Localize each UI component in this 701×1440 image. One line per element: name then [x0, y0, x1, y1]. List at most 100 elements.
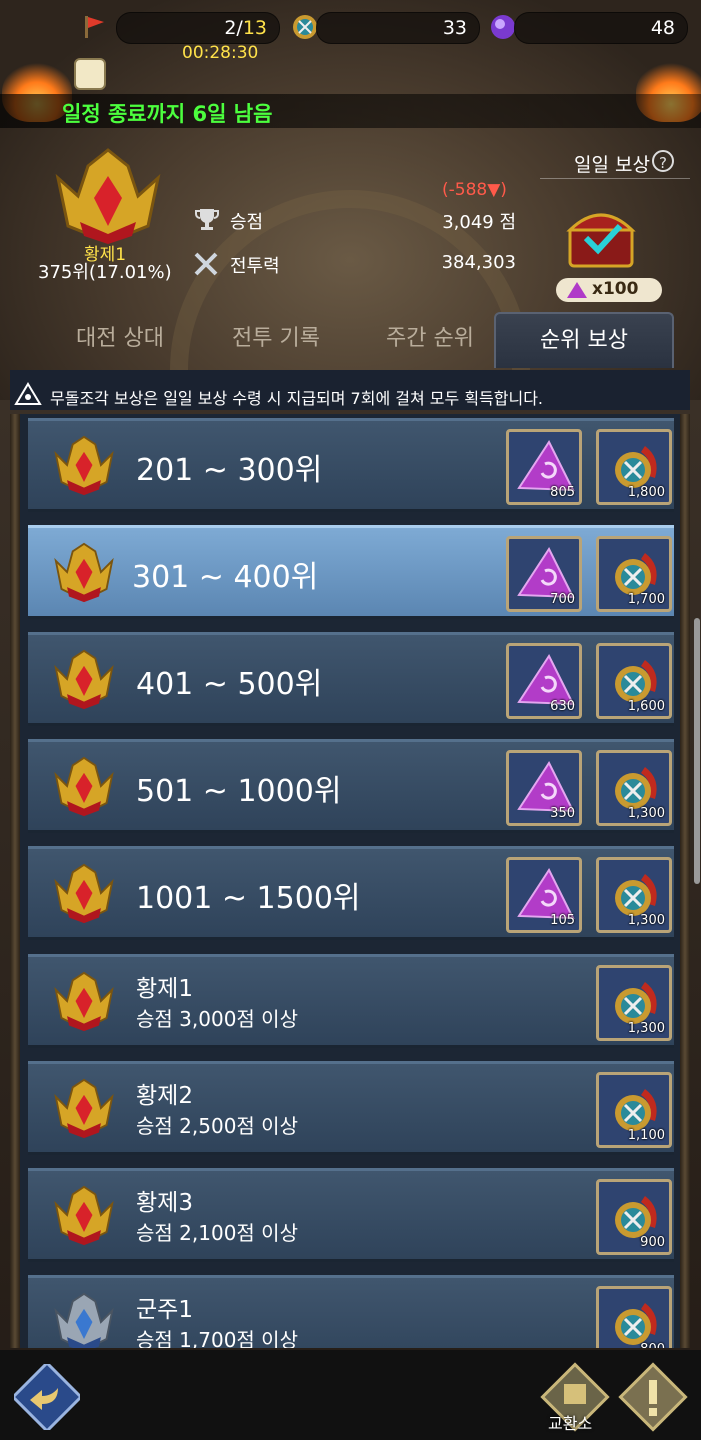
tab-weekly-ranking[interactable]: 주간 순위	[350, 312, 510, 368]
shard-reward-item[interactable]: 700	[506, 536, 582, 612]
reward-row: 401 ~ 500위 630 1,600	[28, 632, 674, 726]
reward-row: 황제1 승점 3,000점 이상 1,300	[28, 954, 674, 1048]
reward-tier-name: 황제3	[136, 1190, 193, 1216]
reward-rank-range: 401 ~ 500위	[136, 667, 323, 702]
shard-quantity: 700	[550, 592, 575, 607]
shard-reward-item[interactable]: 105	[506, 857, 582, 933]
emperor-rank-emblem-icon	[54, 542, 114, 603]
emperor-rank-emblem-icon	[54, 863, 114, 924]
current-rank-position: 375위(17.01%)	[38, 262, 172, 283]
reward-tier-requirement: 승점 2,100점 이상	[136, 1221, 298, 1245]
points-label: 승점	[230, 212, 264, 233]
emperor-rank-emblem-icon	[54, 971, 114, 1032]
reward-row: 501 ~ 1000위 350 1,300	[28, 739, 674, 833]
honor-badge-reward-item[interactable]: 1,600	[596, 643, 672, 719]
honor-badge-reward-item[interactable]: 1,300	[596, 750, 672, 826]
reward-list[interactable]: 201 ~ 300위 805 1,800 301 ~ 400위 700 1,700 401 …	[10, 414, 690, 1348]
honor-badge-reward-item[interactable]: 1,700	[596, 536, 672, 612]
help-icon[interactable]: ?	[652, 150, 674, 172]
reward-row: 1001 ~ 1500위 105 1,300	[28, 846, 674, 940]
badge-quantity: 1,300	[627, 913, 665, 928]
back-button[interactable]	[14, 1364, 80, 1430]
trophy-icon	[195, 209, 219, 230]
emperor-rank-emblem-icon	[55, 148, 161, 244]
tab-bar: 대전 상대 전투 기록 주간 순위 순위 보상	[0, 312, 701, 368]
season-icon[interactable]	[74, 58, 106, 90]
ticket-max: 13	[242, 17, 267, 39]
emperor-rank-emblem-icon	[54, 756, 114, 817]
shard-icon	[567, 282, 587, 298]
treasure-chest-icon[interactable]	[566, 204, 636, 270]
honor-badge-reward-item[interactable]: 1,800	[596, 429, 672, 505]
shard-reward-item[interactable]: 805	[506, 429, 582, 505]
crossed-swords-icon	[194, 252, 218, 276]
alert-icon[interactable]	[618, 1362, 688, 1432]
badge-count: 33	[442, 17, 467, 39]
tab-rank-rewards[interactable]: 순위 보상	[494, 312, 674, 368]
daily-reward-label: 일일 보상	[574, 154, 650, 176]
points-value: 3,049 점	[442, 212, 516, 233]
reward-row: 201 ~ 300위 805 1,800	[28, 418, 674, 512]
ticket-timer: 00:28:30	[182, 43, 259, 63]
badge-quantity: 1,100	[627, 1128, 665, 1143]
honor-badge-reward-item[interactable]: 1,300	[596, 965, 672, 1041]
shard-quantity: 805	[550, 485, 575, 500]
emperor-rank-emblem-icon	[54, 435, 114, 496]
badge-quantity: 900	[640, 1235, 665, 1250]
orb-count: 48	[650, 17, 675, 39]
reward-tier-requirement: 승점 2,500점 이상	[136, 1114, 298, 1138]
reward-rank-range: 1001 ~ 1500위	[136, 881, 361, 916]
lord-rank-emblem-icon	[54, 1292, 114, 1348]
power-label: 전투력	[230, 256, 280, 277]
emperor-rank-emblem-icon	[54, 649, 114, 710]
warning-icon	[14, 382, 42, 405]
points-delta: (-588▼)	[442, 180, 507, 200]
event-remaining-text: 일정 종료까지 6일 남음	[62, 102, 273, 126]
reward-rank-range: 301 ~ 400위	[132, 560, 319, 595]
tab-battle-log[interactable]: 전투 기록	[196, 312, 356, 368]
badge-quantity: 1,800	[627, 485, 665, 500]
emperor-rank-emblem-icon	[54, 1078, 114, 1139]
list-frame-right	[680, 414, 690, 1348]
shard-quantity: 350	[550, 806, 575, 821]
honor-badge-reward-item[interactable]: 1,300	[596, 857, 672, 933]
list-scrollbar[interactable]	[694, 618, 700, 884]
power-value: 384,303	[441, 252, 516, 273]
ticket-counter[interactable]: 2/13	[116, 12, 280, 44]
emperor-rank-emblem-icon	[54, 1185, 114, 1246]
shard-quantity: 630	[550, 699, 575, 714]
reward-tier-requirement: 승점 3,000점 이상	[136, 1007, 298, 1031]
flag-icon	[85, 16, 104, 38]
orb-counter[interactable]: 48	[514, 12, 688, 44]
reward-rank-range: 501 ~ 1000위	[136, 774, 342, 809]
reward-row: 황제2 승점 2,500점 이상 1,100	[28, 1061, 674, 1155]
resource-bar: 2/13 33 48 00:28:30	[0, 0, 701, 63]
notice-text: 무돌조각 보상은 일일 보상 수령 시 지급되며 7회에 걸쳐 모두 획득합니다…	[50, 389, 544, 408]
reward-row: 군주1 승점 1,700점 이상 800	[28, 1275, 674, 1348]
reward-row: 황제3 승점 2,100점 이상 900	[28, 1168, 674, 1262]
reward-tier-name: 황제1	[136, 976, 193, 1002]
list-frame-left	[10, 414, 20, 1348]
badge-quantity: 800	[640, 1342, 665, 1348]
badge-quantity: 1,300	[627, 806, 665, 821]
honor-badge-reward-item[interactable]: 800	[596, 1286, 672, 1348]
daily-reward-quantity: x100	[556, 278, 662, 302]
daily-reward-divider	[540, 178, 690, 179]
reward-tier-name: 황제2	[136, 1083, 193, 1109]
shard-reward-item[interactable]: 350	[506, 750, 582, 826]
reward-tier-name: 군주1	[136, 1297, 193, 1323]
badge-counter[interactable]: 33	[316, 12, 480, 44]
badge-quantity: 1,600	[627, 699, 665, 714]
reward-tier-requirement: 승점 1,700점 이상	[136, 1328, 298, 1348]
badge-quantity: 1,700	[627, 592, 665, 607]
tab-opponents[interactable]: 대전 상대	[40, 312, 200, 368]
honor-badge-icon	[615, 1303, 657, 1345]
reward-rank-range: 201 ~ 300위	[136, 453, 323, 488]
badge-quantity: 1,300	[627, 1021, 665, 1036]
reward-row: 301 ~ 400위 700 1,700	[28, 525, 674, 619]
honor-badge-reward-item[interactable]: 1,100	[596, 1072, 672, 1148]
shard-quantity: 105	[550, 913, 575, 928]
honor-badge-reward-item[interactable]: 900	[596, 1179, 672, 1255]
shard-reward-item[interactable]: 630	[506, 643, 582, 719]
ticket-count: 2/	[224, 17, 243, 39]
